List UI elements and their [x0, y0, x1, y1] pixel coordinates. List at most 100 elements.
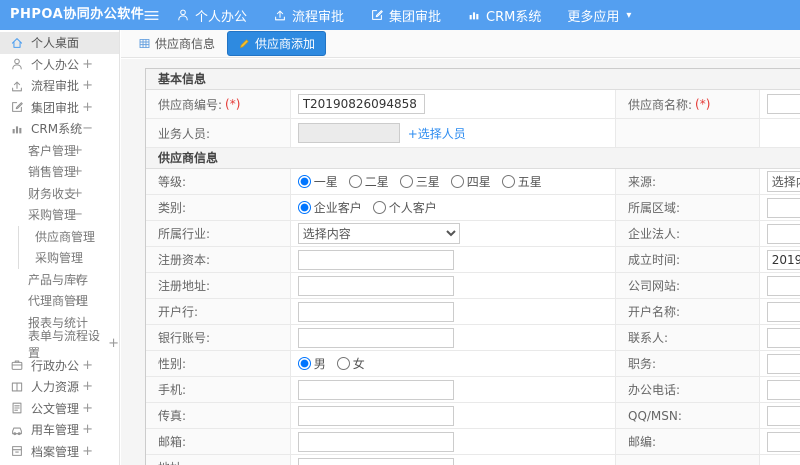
level-radio-1[interactable]: 一星	[297, 173, 338, 190]
gender-radio-input[interactable]	[336, 357, 350, 370]
tab-supplier-add-tab[interactable]: 供应商添加	[227, 31, 327, 56]
contact-person-input[interactable]	[766, 327, 800, 348]
expand-toggle-icon[interactable]: +	[82, 444, 93, 459]
address-label-cell: 地址:	[146, 455, 291, 465]
expand-toggle-icon[interactable]: +	[82, 358, 93, 373]
sidebar-item-sales-mgmt[interactable]: 销售管理 +	[0, 161, 119, 183]
form-row: 类别: 企业客户 个人客户 所属区域:	[146, 195, 800, 221]
sidebar-item-human-resource[interactable]: 人力资源 +	[0, 376, 119, 398]
expand-toggle-icon[interactable]: +	[72, 143, 83, 158]
level-radio-input[interactable]	[297, 175, 311, 188]
expand-toggle-icon[interactable]: +	[72, 293, 83, 308]
legal-person-input[interactable]	[766, 223, 800, 244]
category-radio-2[interactable]: 个人客户	[372, 199, 437, 216]
sidebar-item-crm-system[interactable]: CRM系统 −	[0, 118, 119, 140]
level-radio-input[interactable]	[501, 175, 515, 188]
bank-account-input[interactable]	[297, 327, 454, 348]
business-person-picker-link[interactable]: +选择人员	[408, 125, 466, 142]
tab-supplier-info-tab[interactable]: 供应商信息	[132, 32, 221, 55]
email-field-cell	[291, 429, 615, 454]
address-input[interactable]	[297, 457, 454, 465]
category-radio-input[interactable]	[297, 201, 311, 214]
sidebar-item-document-mgmt[interactable]: 公文管理 +	[0, 398, 119, 420]
supplier-code-input[interactable]	[297, 94, 425, 114]
sidebar-item-purchase-mgmt[interactable]: 采购管理 −	[0, 204, 119, 226]
level-radio-5[interactable]: 五星	[501, 173, 542, 190]
expand-toggle-icon[interactable]: −	[72, 207, 83, 222]
gender-radio-1[interactable]: 男	[297, 355, 326, 372]
gender-radio-input[interactable]	[297, 357, 311, 370]
hamburger-icon[interactable]	[143, 7, 160, 24]
expand-toggle-icon[interactable]: +	[72, 164, 83, 179]
expand-toggle-icon[interactable]: +	[82, 78, 93, 93]
sidebar-item-label: 采购管理	[28, 208, 77, 223]
category-radio-input[interactable]	[372, 201, 386, 214]
level-radio-4[interactable]: 四星	[450, 173, 491, 190]
sidebar-item-personal-office[interactable]: 个人办公 +	[0, 54, 119, 76]
registered-capital-label: 注册资本:	[158, 253, 211, 267]
header-menu-item-4[interactable]: CRM系统	[467, 6, 541, 25]
header-menu-item-3[interactable]: 集团审批	[370, 6, 441, 25]
expand-toggle-icon[interactable]: +	[82, 379, 93, 394]
sidebar-item-product-stock[interactable]: 产品与库存 +	[0, 269, 119, 291]
sidebar-item-archive-mgmt[interactable]: 档案管理 +	[0, 441, 119, 463]
supplier-name-input[interactable]	[766, 94, 800, 114]
mobile-input[interactable]	[297, 379, 454, 400]
expand-toggle-icon[interactable]: +	[82, 100, 93, 115]
expand-toggle-icon[interactable]: +	[72, 272, 83, 287]
sidebar-item-agent-mgmt[interactable]: 代理商管理 +	[0, 290, 119, 312]
business-person-input[interactable]	[297, 123, 400, 143]
position-input[interactable]	[766, 353, 800, 374]
position-label-cell: 职务:	[615, 351, 760, 376]
sidebar-item-process-approval[interactable]: 流程审批 +	[0, 75, 119, 97]
bank-branch-input[interactable]	[297, 301, 454, 322]
chart-icon	[10, 122, 24, 136]
zip-code-label-cell: 邮编:	[615, 429, 760, 454]
supplier-code-label-cell: 供应商编号: (*)	[146, 90, 291, 118]
gender-radio-2[interactable]: 女	[336, 355, 365, 372]
sidebar-item-group-approval[interactable]: 集团审批 +	[0, 97, 119, 119]
region-input[interactable]	[766, 197, 800, 218]
registered-address-input[interactable]	[297, 275, 454, 296]
mobile-field-cell	[291, 377, 615, 402]
sidebar-item-purchasing[interactable]: 采购管理	[18, 247, 119, 269]
qq-msn-input[interactable]	[766, 405, 800, 426]
founded-date-input[interactable]	[766, 249, 800, 270]
expand-toggle-icon[interactable]: +	[72, 186, 83, 201]
level-radio-input[interactable]	[450, 175, 464, 188]
company-website-input[interactable]	[766, 275, 800, 296]
expand-toggle-icon[interactable]: +	[82, 57, 93, 72]
source-select[interactable]: 选择内容	[766, 171, 800, 192]
header-menu-item-2[interactable]: 流程审批	[273, 6, 344, 25]
category-radio-1[interactable]: 企业客户	[297, 199, 362, 216]
sidebar-item-admin-office[interactable]: 行政办公 +	[0, 355, 119, 377]
header-menu-item-1[interactable]: 个人办公	[176, 6, 247, 25]
expand-toggle-icon[interactable]: +	[82, 422, 93, 437]
sidebar-item-form-flow-setting[interactable]: 表单与流程设置 +	[0, 329, 119, 360]
sidebar-item-customer-mgmt[interactable]: 客户管理 +	[0, 140, 119, 162]
sidebar-item-supplier-mgmt[interactable]: 供应商管理	[18, 225, 119, 247]
header-menu-item-5[interactable]: 更多应用 ▾	[567, 6, 631, 25]
fax-input[interactable]	[297, 405, 454, 426]
email-input[interactable]	[297, 431, 454, 452]
industry-select[interactable]: 选择内容	[297, 223, 460, 244]
level-radio-input[interactable]	[399, 175, 413, 188]
sidebar-item-label: 个人办公	[31, 57, 80, 72]
level-label: 等级:	[158, 175, 187, 189]
sidebar-item-finance-inout[interactable]: 财务收支 +	[0, 183, 119, 205]
office-phone-input[interactable]	[766, 379, 800, 400]
office-phone-label: 办公电话:	[628, 383, 681, 397]
sidebar-item-personal-desktop[interactable]: 个人桌面	[0, 32, 119, 54]
registered-capital-input[interactable]	[297, 249, 454, 270]
expand-toggle-icon[interactable]: +	[82, 401, 93, 416]
zip-code-input[interactable]	[766, 431, 800, 452]
level-radio-2[interactable]: 二星	[348, 173, 389, 190]
level-radio-input[interactable]	[348, 175, 362, 188]
address-label: 地址:	[158, 459, 186, 465]
expand-toggle-icon[interactable]: −	[82, 121, 93, 136]
expand-toggle-icon[interactable]: +	[108, 336, 119, 351]
sidebar-item-vehicle-mgmt[interactable]: 用车管理 +	[0, 419, 119, 441]
gender-label-cell: 性别:	[146, 351, 291, 376]
account-name-input[interactable]	[766, 301, 800, 322]
level-radio-3[interactable]: 三星	[399, 173, 440, 190]
